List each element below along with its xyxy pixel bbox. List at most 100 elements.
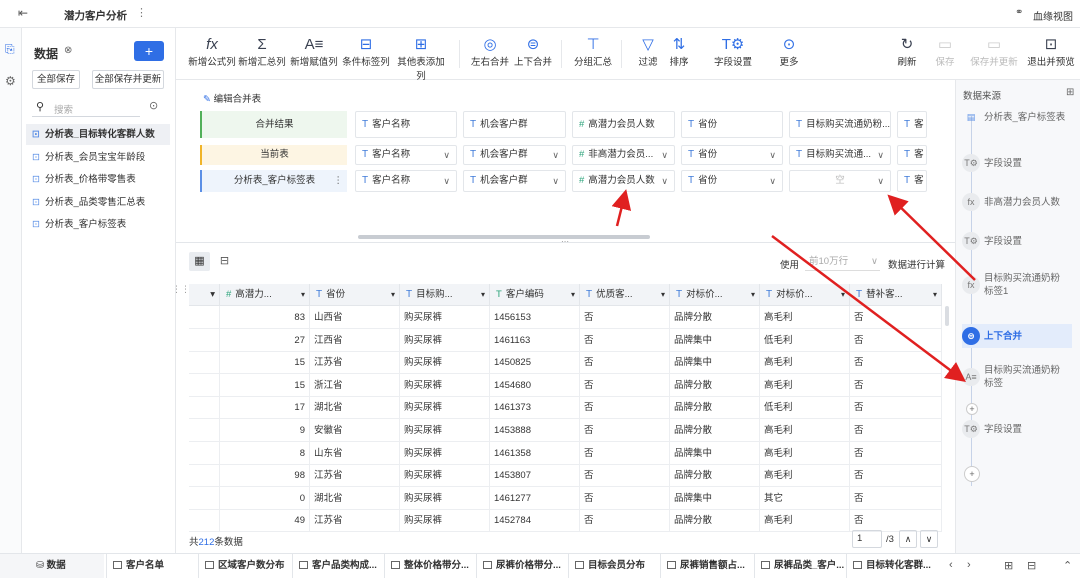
table-cell[interactable]: 江苏省 (310, 464, 400, 488)
table-cell[interactable]: 1454680 (490, 373, 580, 397)
add-sheet-icon[interactable]: ⊟ (1027, 559, 1036, 572)
table-cell[interactable]: 低毛利 (760, 328, 850, 352)
table-cell[interactable]: 1461277 (490, 486, 580, 510)
table-cell[interactable]: 购买尿裤 (400, 306, 490, 329)
table-cell[interactable]: 否 (580, 509, 670, 533)
group-summary-button[interactable]: ⊤ 分组汇总 (573, 36, 613, 68)
table-cell[interactable]: 高毛利 (760, 464, 850, 488)
sidebar-item[interactable]: ⊡ 分析表_品类零售汇总表 (26, 192, 170, 213)
table-cell[interactable]: 否 (580, 351, 670, 375)
sheet-tab[interactable]: 客户品类构成... (292, 554, 380, 578)
table-cell[interactable]: 购买尿裤 (400, 441, 490, 465)
sheet-tab[interactable]: 区域客户数分布 (198, 554, 286, 578)
column-header[interactable]: T 替补客... ▾ (850, 284, 942, 306)
table-cell[interactable]: 品牌集中 (670, 441, 760, 465)
table-cell[interactable]: 否 (580, 441, 670, 465)
column-menu-icon[interactable]: ▾ (571, 284, 575, 306)
chevron-down-icon[interactable]: ∨ (552, 146, 559, 164)
merge-field-source[interactable]: T客 (897, 170, 927, 192)
table-cell[interactable]: 购买尿裤 (400, 464, 490, 488)
table-cell[interactable]: 15 (220, 351, 310, 375)
table-cell[interactable]: 山西省 (310, 306, 400, 329)
tabs-prev-icon[interactable]: ‹ (949, 559, 953, 571)
table-cell[interactable]: 购买尿裤 (400, 419, 490, 442)
page-down-button[interactable]: ∨ (920, 530, 938, 548)
save-button[interactable]: ▭ 保存 (930, 36, 960, 68)
table-cell[interactable]: 品牌集中 (670, 328, 760, 352)
table-cell[interactable]: 9 (220, 419, 310, 442)
column-header[interactable]: T 对标价... ▾ (670, 284, 760, 306)
table-cell[interactable]: 1461373 (490, 396, 580, 420)
table-cell[interactable]: 湖北省 (310, 396, 400, 420)
table-cell[interactable]: 1453888 (490, 419, 580, 442)
drag-handle-icon[interactable]: ⋮⋮ (172, 284, 190, 295)
column-header[interactable]: T 目标购... ▾ (400, 284, 490, 306)
merge-field-current[interactable]: T 机会客户群 ∨ (463, 145, 566, 165)
table-cell[interactable]: 购买尿裤 (400, 373, 490, 397)
column-menu-icon[interactable]: ▾ (751, 284, 755, 306)
table-cell[interactable]: 购买尿裤 (400, 328, 490, 352)
sidebar-item[interactable]: ⊡ 分析表_价格带零售表 (26, 169, 170, 190)
chevron-down-icon[interactable]: ∨ (552, 171, 559, 191)
table-cell[interactable]: 品牌集中 (670, 351, 760, 375)
pipeline-step[interactable]: ⊜ 上下合并 (962, 324, 1072, 348)
chevron-down-icon[interactable]: ∨ (877, 146, 884, 164)
table-cell[interactable]: 其它 (760, 486, 850, 510)
merge-field-current[interactable]: T 客户名称 ∨ (355, 145, 457, 165)
chevron-down-icon[interactable]: ∨ (661, 171, 668, 191)
column-menu-icon[interactable]: ▾ (391, 284, 395, 306)
table-cell[interactable]: 否 (850, 509, 942, 533)
merge-field-source[interactable]: T 省份 ∨ (681, 170, 783, 192)
chevron-down-icon[interactable]: ∨ (769, 171, 776, 191)
table-cell[interactable]: 否 (850, 396, 942, 420)
table-cell[interactable]: 低毛利 (760, 396, 850, 420)
chevron-down-icon[interactable]: ∨ (877, 171, 884, 191)
column-menu-icon[interactable]: ▾ (301, 284, 305, 306)
page-up-button[interactable]: ∧ (899, 530, 917, 548)
source-options-icon[interactable]: ⋮ (334, 170, 344, 192)
table-cell[interactable]: 湖北省 (310, 486, 400, 510)
add-summary-column-button[interactable]: Σ 新增汇总列 (238, 36, 286, 68)
search-input[interactable]: 搜索 (54, 102, 73, 116)
table-cell[interactable]: 高毛利 (760, 351, 850, 375)
table-cell[interactable]: 江苏省 (310, 509, 400, 533)
sheet-tab[interactable]: 目标会员分布 (568, 554, 656, 578)
table-cell[interactable]: 否 (580, 464, 670, 488)
table-cell[interactable]: 江苏省 (310, 351, 400, 375)
sheet-tab[interactable]: 尿裤销售额占... (660, 554, 748, 578)
add-chart-icon[interactable]: ⊞ (1004, 559, 1013, 572)
pipeline-step[interactable]: fx目标购买流通奶粉标签1 (962, 272, 1072, 298)
add-column-from-table-button[interactable]: ⊞ 其他表添加列 (393, 36, 449, 82)
sidebar-item[interactable]: ⊡ 分析表_客户标签表 (26, 214, 170, 235)
layout-icon[interactable]: ⊞ (1066, 87, 1074, 98)
table-cell[interactable]: 高毛利 (760, 419, 850, 442)
table-cell[interactable]: 否 (580, 306, 670, 329)
table-cell[interactable]: 否 (850, 464, 942, 488)
table-cell[interactable]: 品牌分散 (670, 396, 760, 420)
table-cell[interactable]: 否 (850, 486, 942, 510)
merge-scrollbar[interactable] (358, 235, 650, 239)
table-cell[interactable]: 江西省 (310, 328, 400, 352)
table-cell[interactable]: 15 (220, 373, 310, 397)
table-cell[interactable]: 83 (220, 306, 310, 329)
table-cell[interactable]: 否 (580, 396, 670, 420)
merge-field-source[interactable]: T 机会客户群 ∨ (463, 170, 566, 192)
column-menu-icon[interactable]: ▾ (841, 284, 845, 306)
save-all-button[interactable]: 全部保存 (32, 70, 80, 89)
column-header[interactable]: T 省份 ▾ (310, 284, 400, 306)
table-cell[interactable]: 浙江省 (310, 373, 400, 397)
add-assign-column-button[interactable]: A≡ 新增赋值列 (290, 36, 338, 68)
table-cell[interactable]: 购买尿裤 (400, 351, 490, 375)
table-cell[interactable]: 1452784 (490, 509, 580, 533)
chevron-down-icon[interactable]: ∨ (443, 146, 450, 164)
add-button[interactable]: + (134, 41, 164, 61)
table-cell[interactable]: 1461358 (490, 441, 580, 465)
exit-preview-button[interactable]: ⊡ 退出并预览 (1026, 36, 1076, 68)
data-icon[interactable]: ⎘ (5, 42, 15, 57)
table-cell[interactable]: 否 (850, 373, 942, 397)
merge-field-source[interactable]: # 高潜力会员人数 ∨ (572, 170, 675, 192)
column-header[interactable]: # 高潜力... ▾ (220, 284, 310, 306)
merge-field-current[interactable]: # 非高潜力会员... ∨ (572, 145, 675, 165)
merge-field-current[interactable]: T客 (897, 145, 927, 165)
table-cell[interactable]: 17 (220, 396, 310, 420)
